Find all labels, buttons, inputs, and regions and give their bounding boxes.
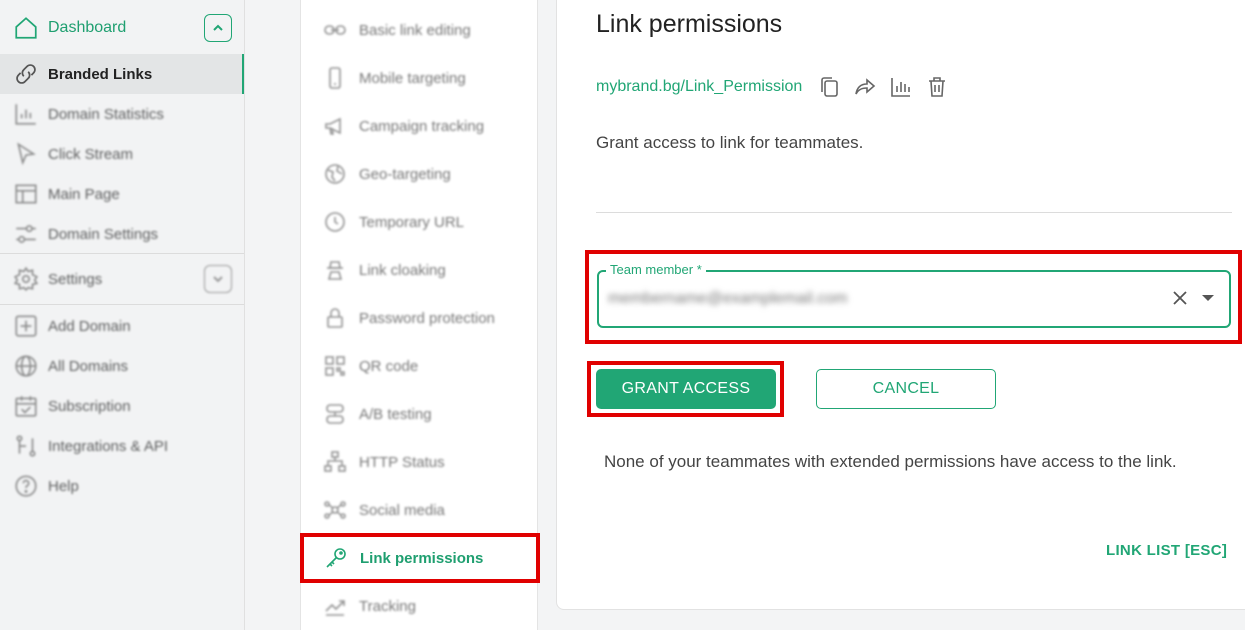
menu-item-label: Geo-targeting (359, 165, 451, 183)
sidebar-item-label: Click Stream (48, 145, 134, 163)
cancel-button[interactable]: CANCEL (816, 369, 996, 409)
menu-item-label: Social media (359, 501, 445, 519)
sidebar-item-label: Add Domain (48, 317, 131, 335)
menu-item-password-protection[interactable]: Password protection (301, 296, 539, 340)
menu-item-ab-testing[interactable]: A/B testing (301, 392, 539, 436)
incognito-icon (321, 256, 349, 284)
menu-item-link-cloaking[interactable]: Link cloaking (301, 248, 539, 292)
trash-icon[interactable] (924, 74, 950, 100)
key-icon (322, 544, 350, 572)
integration-icon (12, 432, 40, 460)
menu-item-label: A/B testing (359, 405, 432, 423)
tracking-icon (321, 592, 349, 620)
mobile-icon (321, 64, 349, 92)
share-icon[interactable] (852, 74, 878, 100)
layout-icon (12, 180, 40, 208)
sidebar-item-label: Branded Links (48, 65, 153, 83)
sidebar-item-domain-statistics[interactable]: Domain Statistics (0, 94, 244, 134)
sidebar-item-dashboard[interactable]: Dashboard (0, 8, 244, 48)
chevron-down-icon[interactable] (204, 265, 232, 293)
page-title: Link permissions (596, 10, 783, 38)
menu-item-label: Link cloaking (359, 261, 446, 279)
globe-icon (12, 352, 40, 380)
sidebar-item-label: All Domains (48, 357, 129, 375)
close-icon[interactable] (1170, 288, 1190, 308)
sidebar-item-label: Main Page (48, 185, 120, 203)
copy-icon[interactable] (816, 74, 842, 100)
split-icon (321, 400, 349, 428)
sitemap-icon (321, 448, 349, 476)
menu-item-label: Password protection (359, 309, 495, 327)
link-icon (321, 16, 349, 44)
menu-item-label: Campaign tracking (359, 117, 485, 135)
menu-item-mobile-targeting[interactable]: Mobile targeting (301, 56, 539, 100)
gear-icon (12, 265, 40, 293)
sidebar: Dashboard Branded Links Domain Statistic… (0, 0, 245, 630)
sidebar-item-integrations[interactable]: Integrations & API (0, 426, 244, 466)
menu-item-label: Mobile targeting (359, 69, 466, 87)
menu-item-tracking[interactable]: Tracking (301, 584, 539, 628)
sidebar-item-click-stream[interactable]: Click Stream (0, 134, 244, 174)
megaphone-icon (321, 112, 349, 140)
menu-item-label: HTTP Status (359, 453, 445, 471)
clock-icon (321, 208, 349, 236)
sidebar-item-settings[interactable]: Settings (0, 259, 244, 299)
sidebar-item-label: Domain Statistics (48, 105, 164, 123)
menu-item-temporary-url[interactable]: Temporary URL (301, 200, 539, 244)
chart-icon (12, 100, 40, 128)
home-icon (12, 14, 40, 42)
sidebar-item-label: Domain Settings (48, 225, 159, 243)
description: Grant access to link for teammates. (596, 133, 864, 152)
team-member-value[interactable]: membername@examplemail.com (608, 290, 847, 308)
menu-item-label: Temporary URL (359, 213, 465, 231)
sidebar-item-label: Settings (48, 270, 103, 288)
link-icon (12, 60, 40, 88)
statistics-icon[interactable] (888, 74, 914, 100)
menu-item-http-status[interactable]: HTTP Status (301, 440, 539, 484)
menu-item-social-media[interactable]: Social media (301, 488, 539, 532)
short-link[interactable]: mybrand.bg/Link_Permission (596, 78, 802, 96)
globe-icon (321, 160, 349, 188)
sidebar-divider (0, 253, 244, 254)
sidebar-item-subscription[interactable]: Subscription (0, 386, 244, 426)
network-icon (321, 496, 349, 524)
menu-item-link-permissions[interactable]: Link permissions (300, 533, 540, 583)
sidebar-item-main-page[interactable]: Main Page (0, 174, 244, 214)
grant-access-button[interactable]: GRANT ACCESS (596, 369, 776, 409)
qr-code-icon (321, 352, 349, 380)
sidebar-item-all-domains[interactable]: All Domains (0, 346, 244, 386)
menu-item-qr-code[interactable]: QR code (301, 344, 539, 388)
menu-item-label: Link permissions (360, 549, 484, 567)
sidebar-item-domain-settings[interactable]: Domain Settings (0, 214, 244, 254)
cursor-icon (12, 140, 40, 168)
sidebar-item-label: Subscription (48, 397, 131, 415)
menu-item-label: QR code (359, 357, 419, 375)
menu-item-geo-targeting[interactable]: Geo-targeting (301, 152, 539, 196)
sidebar-item-label: Integrations & API (48, 437, 169, 455)
short-link-row: mybrand.bg/Link_Permission (596, 72, 960, 102)
team-member-label: Team member * (606, 262, 706, 277)
divider (596, 212, 1232, 213)
feature-menu: Basic link editing Mobile targeting Camp… (300, 0, 540, 630)
lock-icon (321, 304, 349, 332)
sidebar-item-label: Dashboard (48, 19, 127, 36)
calendar-check-icon (12, 392, 40, 420)
sidebar-item-help[interactable]: Help (0, 466, 244, 506)
link-list-link[interactable]: LINK LIST [ESC] (1106, 542, 1227, 559)
menu-item-campaign-tracking[interactable]: Campaign tracking (301, 104, 539, 148)
sidebar-divider (0, 304, 244, 305)
sidebar-item-branded-links[interactable]: Branded Links (0, 54, 244, 94)
help-icon (12, 472, 40, 500)
sidebar-item-add-domain[interactable]: Add Domain (0, 306, 244, 346)
dropdown-arrow-icon[interactable] (1201, 293, 1215, 303)
chevron-up-icon[interactable] (204, 14, 232, 42)
menu-item-label: Tracking (359, 597, 416, 615)
plus-box-icon (12, 312, 40, 340)
sidebar-item-label: Help (48, 477, 79, 495)
empty-state-note: None of your teammates with extended per… (604, 452, 1177, 471)
menu-item-basic-link-editing[interactable]: Basic link editing (301, 8, 539, 52)
sliders-icon (12, 220, 40, 248)
menu-item-label: Basic link editing (359, 21, 471, 39)
